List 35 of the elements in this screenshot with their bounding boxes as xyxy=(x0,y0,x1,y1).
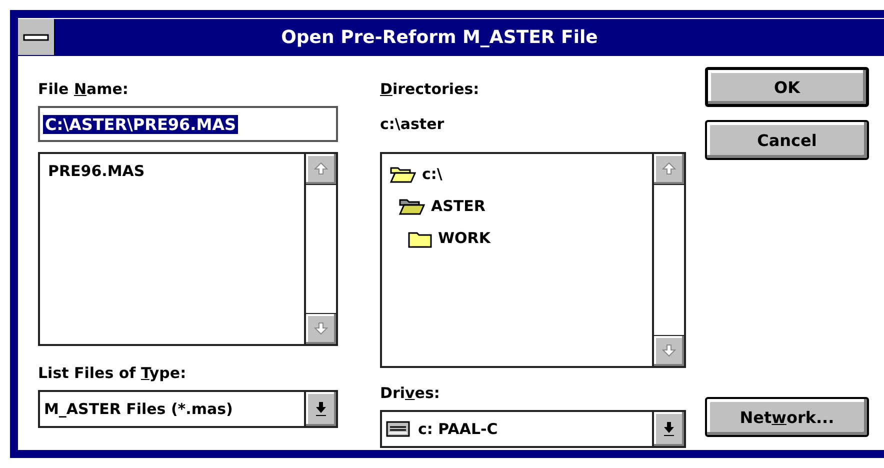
up-arrow-icon xyxy=(662,162,676,176)
open-folder-icon xyxy=(399,197,425,215)
drive-icon xyxy=(386,421,410,437)
current-directory: c:\aster xyxy=(380,114,446,135)
dropdown-button[interactable] xyxy=(652,412,684,446)
dialog-button[interactable]: Network... xyxy=(705,397,869,437)
window-title: Open Pre-Reform M_ASTER File xyxy=(280,26,599,48)
down-arrow-icon xyxy=(314,402,328,416)
dialog-button[interactable]: Cancel xyxy=(705,120,869,160)
scrollbar[interactable] xyxy=(304,154,336,344)
system-menu-button[interactable] xyxy=(18,19,55,55)
field-label: File Name: xyxy=(38,79,130,100)
drives-dropdown[interactable]: c: PAAL-C xyxy=(380,410,686,448)
down-arrow-icon xyxy=(314,322,328,336)
file-type-dropdown[interactable]: M_ASTER Files (*.mas) xyxy=(38,390,338,428)
field-label: Directories: xyxy=(380,79,480,100)
file-name-field[interactable]: C:\ASTER\PRE96.MAS xyxy=(38,106,338,142)
open-folder-icon xyxy=(390,165,416,183)
file-item[interactable]: PRE96.MAS xyxy=(48,158,296,184)
scroll-up-button[interactable] xyxy=(306,154,336,185)
directory-item[interactable]: WORK xyxy=(408,222,644,254)
dialog-button[interactable]: OK xyxy=(705,67,869,107)
directory-item[interactable]: ASTER xyxy=(399,190,644,222)
directory-item[interactable]: c:\ xyxy=(390,158,644,190)
scroll-down-button[interactable] xyxy=(306,313,336,344)
down-arrow-icon xyxy=(662,422,676,436)
scrollbar[interactable] xyxy=(652,154,684,366)
scroll-down-button[interactable] xyxy=(654,335,684,366)
down-arrow-icon xyxy=(662,344,676,358)
minus-icon xyxy=(23,34,49,40)
field-label: Drives: xyxy=(380,383,441,404)
up-arrow-icon xyxy=(314,162,328,176)
field-label: List Files of Type: xyxy=(38,363,188,384)
dropdown-button[interactable] xyxy=(304,392,336,426)
scroll-up-button[interactable] xyxy=(654,154,684,185)
